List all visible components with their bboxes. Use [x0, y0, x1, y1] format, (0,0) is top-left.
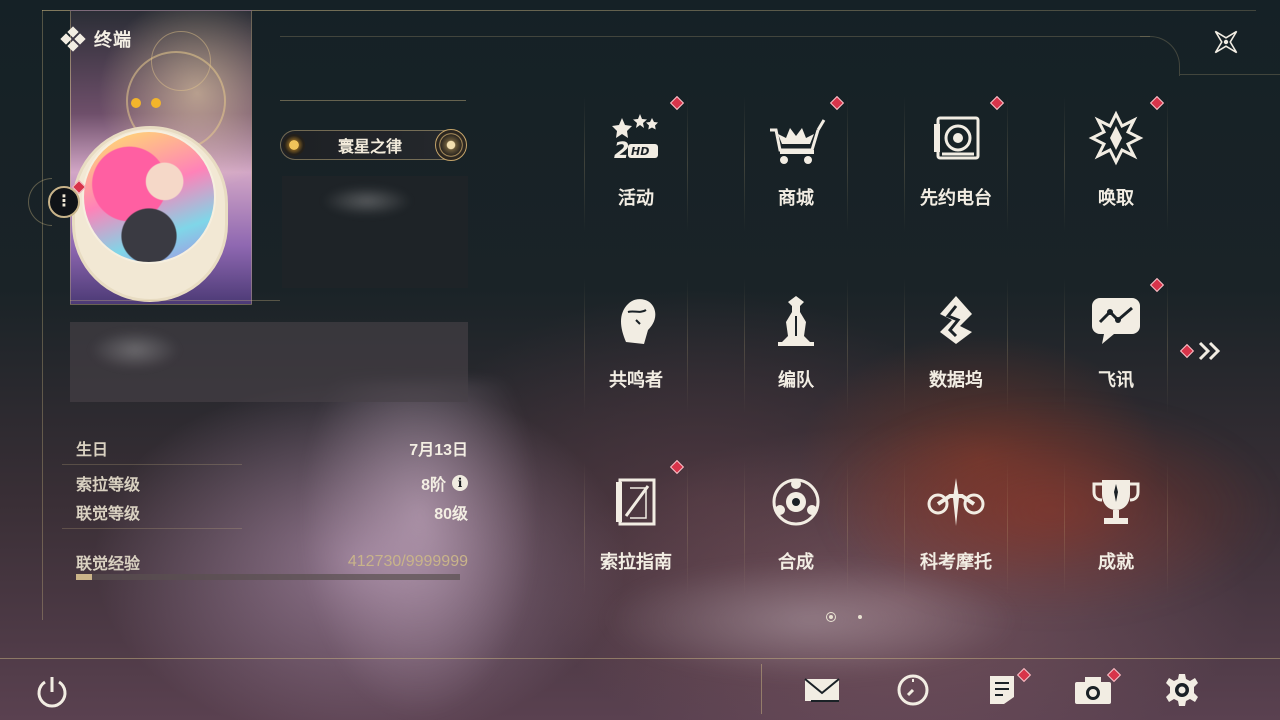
stat-value-text: 80级 — [434, 506, 468, 523]
menu-item-synthesis[interactable]: 合成 — [744, 460, 848, 600]
next-page-button[interactable] — [1179, 340, 1222, 362]
info-icon[interactable]: i — [452, 475, 468, 491]
menu-label: 成就 — [1098, 552, 1134, 572]
stat-value-text: 8阶 — [421, 477, 446, 494]
redacted-info-panel — [282, 176, 468, 288]
frame-left-line — [42, 10, 43, 620]
frame-inner-top-line — [280, 36, 1150, 37]
convene-icon — [1084, 106, 1148, 170]
stat-label: 生日 — [76, 442, 109, 459]
data-bank-icon — [924, 288, 988, 352]
stat-label: 索拉等级 — [76, 477, 141, 494]
card-deco-ring-small — [151, 31, 211, 91]
svg-text:HD: HD — [631, 145, 649, 158]
mail-icon — [804, 678, 840, 702]
notes-icon — [990, 676, 1014, 704]
player-name: 寰星之律 — [337, 139, 402, 156]
stat-value: 7月13日 — [409, 436, 468, 460]
page-dot[interactable] — [858, 615, 862, 619]
menu-item-events[interactable]: 2 HD 活动 — [584, 96, 688, 236]
resonator-icon — [604, 288, 668, 352]
menu-label: 唤取 — [1098, 188, 1134, 208]
redacted-signature-panel — [70, 322, 468, 402]
chat-icon — [1084, 288, 1148, 352]
settings-button[interactable] — [1162, 670, 1202, 710]
double-chevron-right-icon — [1198, 341, 1221, 361]
menu-item-convene[interactable]: 唤取 — [1064, 96, 1168, 236]
section-divider — [70, 300, 280, 301]
frame-right-line — [1180, 74, 1280, 75]
bottom-bar-separator — [761, 664, 762, 714]
trophy-icon — [1084, 470, 1148, 534]
menu-label: 索拉指南 — [600, 552, 672, 572]
notification-badge — [1179, 343, 1195, 359]
shop-cart-icon — [764, 106, 828, 170]
power-button[interactable] — [34, 674, 70, 710]
menu-item-achievements[interactable]: 成就 — [1064, 460, 1168, 600]
menu-item-radio[interactable]: 先约电台 — [904, 96, 1008, 236]
avatar-detail — [131, 98, 141, 108]
time-button[interactable] — [893, 670, 933, 710]
page-dot-active[interactable] — [826, 612, 836, 622]
stat-union-level: 联觉等级 80级 — [76, 500, 468, 524]
notes-button[interactable] — [982, 670, 1022, 710]
menu-item-messages[interactable]: 飞讯 — [1064, 278, 1168, 418]
menu-item-guidebook[interactable]: 索拉指南 — [584, 460, 688, 600]
stat-union-exp: 联觉经验 412730/9999999 — [76, 550, 468, 574]
player-name-badge: 寰星之律 — [280, 129, 467, 161]
exp-value: 412730/9999999 — [347, 553, 468, 570]
synthesis-icon — [764, 470, 828, 534]
stat-birthday: 生日 7月13日 — [76, 436, 468, 460]
camera-icon — [1075, 677, 1111, 704]
avatar[interactable] — [82, 130, 216, 264]
radio-icon — [924, 106, 988, 170]
avatar-detail — [151, 98, 161, 108]
close-button[interactable] — [1204, 20, 1248, 64]
stat-value-text: 7月13日 — [409, 442, 468, 459]
stat-label: 联觉经验 — [76, 556, 141, 573]
menu-item-motorcycle[interactable]: 科考摩托 — [904, 460, 1008, 600]
menu-item-resonators[interactable]: 共鸣者 — [584, 278, 688, 418]
menu-label: 科考摩托 — [920, 552, 992, 572]
guidebook-icon — [604, 470, 668, 534]
close-star-icon — [1214, 30, 1238, 54]
mail-button[interactable] — [802, 670, 842, 710]
stat-divider — [62, 528, 242, 529]
page-indicator — [826, 612, 862, 622]
menu-item-team[interactable]: 编队 — [744, 278, 848, 418]
sun-emblem-icon — [283, 134, 305, 156]
settings-gear-icon — [1166, 674, 1198, 706]
power-icon — [37, 677, 67, 708]
orb-emblem-icon — [435, 129, 467, 161]
menu-label: 数据坞 — [929, 370, 983, 390]
stat-divider — [62, 464, 242, 465]
motorcycle-icon — [924, 470, 988, 534]
diamond-cluster-icon — [60, 26, 86, 52]
menu-label: 先约电台 — [920, 188, 992, 208]
page-title: 终端 — [94, 30, 132, 50]
stat-value: 80级 — [434, 500, 468, 524]
menu-label: 合成 — [778, 552, 814, 572]
clock-icon — [897, 674, 929, 706]
menu-label: 飞讯 — [1098, 370, 1134, 390]
stat-value: 8阶 i — [421, 471, 468, 495]
stat-label: 联觉等级 — [76, 506, 141, 523]
exp-progress-fill — [76, 574, 92, 580]
exp-progress-bar — [76, 574, 460, 580]
team-chess-icon — [764, 288, 828, 352]
menu-label: 活动 — [618, 188, 654, 208]
stat-sol-level: 索拉等级 8阶 i — [76, 471, 468, 495]
menu-label: 编队 — [778, 370, 814, 390]
menu-item-data-bank[interactable]: 数据坞 — [904, 278, 1008, 418]
header-title: 终端 — [60, 26, 132, 52]
event-2hd-icon: 2 HD — [604, 106, 668, 170]
menu-item-shop[interactable]: 商城 — [744, 96, 848, 236]
menu-label: 商城 — [778, 188, 814, 208]
function-menu-grid: 2 HD 活动 商城 先约电台 唤取 共鸣者 编队 数据坞 飞讯 索拉指南 合成… — [584, 95, 1168, 608]
more-options-button[interactable]: ⋮ — [48, 186, 80, 218]
svg-text:2: 2 — [614, 139, 629, 164]
menu-label: 共鸣者 — [609, 370, 663, 390]
name-divider — [280, 100, 466, 101]
bottom-bar-divider — [0, 658, 1280, 659]
